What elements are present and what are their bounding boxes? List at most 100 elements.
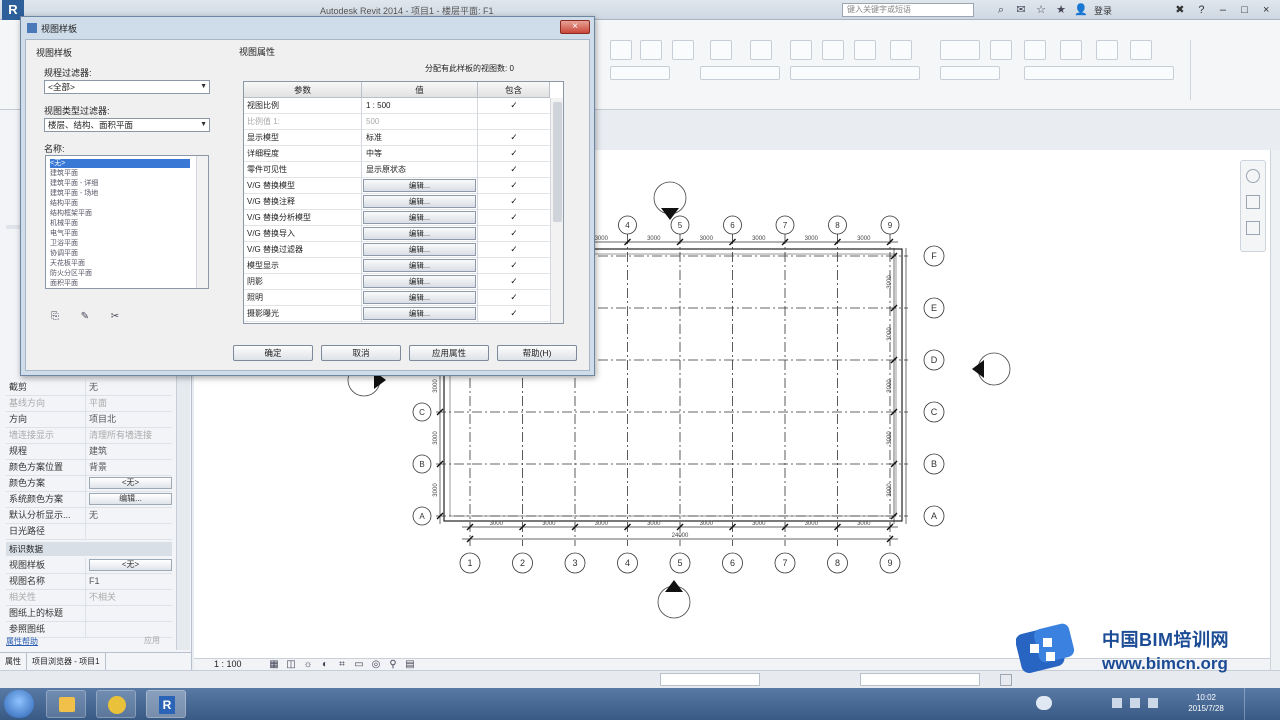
name-list-scrollbar[interactable]	[196, 156, 208, 288]
edit-button[interactable]: 编辑...	[363, 211, 476, 224]
list-item[interactable]: 建筑平面 - 场地	[50, 189, 190, 198]
edit-button[interactable]: 编辑...	[363, 307, 476, 320]
property-value[interactable]: 背景	[86, 460, 172, 475]
table-row[interactable]: V/G 替换注释 编辑... ✓	[244, 194, 550, 210]
ribbon-tool-button[interactable]	[610, 66, 670, 80]
view-scale[interactable]: 1 : 100	[214, 658, 242, 670]
tray-network-icon[interactable]	[1130, 698, 1140, 708]
tab-properties[interactable]: 属性	[0, 653, 27, 670]
table-row[interactable]: V/G 替换导入 编辑... ✓	[244, 226, 550, 242]
property-row[interactable]: 视图名称 F1	[6, 574, 172, 590]
property-row[interactable]: 日光路径	[6, 524, 172, 540]
ribbon-tool-button[interactable]	[990, 40, 1012, 60]
edit-button[interactable]: 编辑...	[363, 275, 476, 288]
list-item[interactable]: 电气平面	[50, 229, 190, 238]
column-header-value[interactable]: 值	[362, 82, 478, 98]
table-row[interactable]: 详细程度 中等 ✓	[244, 146, 550, 162]
include-checkbox[interactable]: ✓	[478, 242, 550, 258]
property-row[interactable]: 视图样板 <无>	[6, 558, 172, 574]
ribbon-tool-button[interactable]	[940, 66, 1000, 80]
property-value[interactable]: 清理所有墙连接	[86, 428, 172, 443]
section-identity-data[interactable]: 标识数据	[6, 542, 172, 556]
include-checkbox[interactable]: ✓	[478, 226, 550, 242]
parameter-value[interactable]: 编辑...	[362, 210, 478, 226]
taskbar-clock[interactable]: 10:02 2015/7/28	[1176, 692, 1236, 714]
tray-flag-icon[interactable]	[1112, 698, 1122, 708]
property-value[interactable]: 无	[86, 380, 172, 395]
parameter-value[interactable]: 编辑...	[362, 194, 478, 210]
property-row[interactable]: 规程 建筑	[6, 444, 172, 460]
list-item[interactable]: 建筑平面 - 详细	[50, 179, 190, 188]
table-row[interactable]: 零件可见性 显示原状态 ✓	[244, 162, 550, 178]
property-row[interactable]: 墙连接显示 清理所有墙连接	[6, 428, 172, 444]
ribbon-tool-button[interactable]	[1024, 66, 1174, 80]
canvas-vertical-scrollbar[interactable]	[1270, 150, 1280, 670]
property-value-button[interactable]: <无>	[89, 477, 172, 489]
parameter-value[interactable]: 显示原状态	[362, 162, 478, 178]
table-row[interactable]: V/G 替换过滤器 编辑... ✓	[244, 242, 550, 258]
property-row[interactable]: 颜色方案位置 背景	[6, 460, 172, 476]
property-row[interactable]: 方向 项目北	[6, 412, 172, 428]
show-desktop-button[interactable]	[1244, 688, 1280, 720]
edit-button[interactable]: 编辑...	[363, 227, 476, 240]
list-item[interactable]: 面积平面	[50, 279, 190, 288]
ribbon-tool-button[interactable]	[1130, 40, 1152, 60]
cancel-button[interactable]: 取消	[321, 345, 401, 361]
include-checkbox[interactable]: ✓	[478, 178, 550, 194]
list-item[interactable]: 机械平面	[50, 219, 190, 228]
include-checkbox[interactable]: ✓	[478, 210, 550, 226]
property-value[interactable]	[86, 524, 172, 539]
ribbon-tool-button[interactable]	[822, 40, 844, 60]
help-button[interactable]: 帮助(H)	[497, 345, 577, 361]
ribbon-tool-button[interactable]	[750, 40, 772, 60]
edit-button[interactable]: 编辑...	[363, 195, 476, 208]
edit-button[interactable]: 编辑...	[363, 291, 476, 304]
list-item[interactable]: 建筑平面	[50, 169, 190, 178]
ok-button[interactable]: 确定	[233, 345, 313, 361]
parameter-value[interactable]: 编辑...	[362, 242, 478, 258]
property-value[interactable]: 编辑...	[86, 492, 172, 507]
property-value-button[interactable]: 编辑...	[89, 493, 172, 505]
properties-help-link[interactable]: 属性帮助	[6, 636, 38, 647]
include-checkbox[interactable]: ✓	[478, 258, 550, 274]
subscription-icon[interactable]: ✉	[1014, 3, 1028, 17]
parameter-value[interactable]: 编辑...	[362, 306, 478, 322]
duplicate-icon[interactable]: ⎘	[49, 311, 61, 323]
table-row[interactable]: V/G 替换分析模型 编辑... ✓	[244, 210, 550, 226]
column-header-include[interactable]: 包含	[478, 82, 550, 98]
property-value[interactable]: 项目北	[86, 412, 172, 427]
parameter-value[interactable]: 编辑...	[362, 274, 478, 290]
parameter-value[interactable]: 编辑...	[362, 226, 478, 242]
close-icon[interactable]: ×	[1256, 2, 1276, 18]
include-checkbox[interactable]: ✓	[478, 290, 550, 306]
tab-project-browser[interactable]: 项目浏览器 - 项目1	[27, 653, 106, 670]
property-row[interactable]: 相关性 不相关	[6, 590, 172, 606]
list-item[interactable]: 卫浴平面	[50, 239, 190, 248]
table-row[interactable]: 模型显示 编辑... ✓	[244, 258, 550, 274]
column-header-parameter[interactable]: 参数	[244, 82, 362, 98]
maximize-icon[interactable]: □	[1235, 2, 1255, 18]
apply-properties-button[interactable]: 应用属性	[409, 345, 489, 361]
start-button[interactable]	[4, 690, 34, 718]
ribbon-tool-button[interactable]	[672, 40, 694, 60]
list-item[interactable]: <无>	[50, 159, 190, 168]
include-checkbox[interactable]: ✓	[478, 274, 550, 290]
filter-icon[interactable]	[1000, 674, 1012, 686]
help-search-input[interactable]: 键入关键字或短语	[842, 3, 974, 17]
taskbar-media-button[interactable]	[96, 690, 136, 718]
property-row[interactable]: 基线方向 平面	[6, 396, 172, 412]
binoculars-icon[interactable]: ⌕	[994, 3, 1008, 17]
workset-field[interactable]	[660, 673, 760, 686]
table-row[interactable]: 摄影曝光 编辑... ✓	[244, 306, 550, 322]
communication-icon[interactable]: ☆	[1034, 3, 1048, 17]
ribbon-tool-button[interactable]	[610, 40, 632, 60]
table-row[interactable]: 阴影 编辑... ✓	[244, 274, 550, 290]
template-name-list[interactable]: <无> 建筑平面 建筑平面 - 详细 建筑平面 - 场地 结构平面 结构框架平面 机械平面电…	[45, 155, 209, 289]
discipline-filter-select[interactable]: <全部> ▼	[44, 80, 210, 94]
minimize-icon[interactable]: –	[1213, 2, 1233, 18]
property-value[interactable]: F1	[86, 574, 172, 589]
parameter-value[interactable]: 1 : 500	[362, 98, 478, 114]
zoom-region-icon[interactable]	[1246, 221, 1260, 235]
ribbon-tool-button[interactable]	[790, 66, 920, 80]
property-value[interactable]: 建筑	[86, 444, 172, 459]
